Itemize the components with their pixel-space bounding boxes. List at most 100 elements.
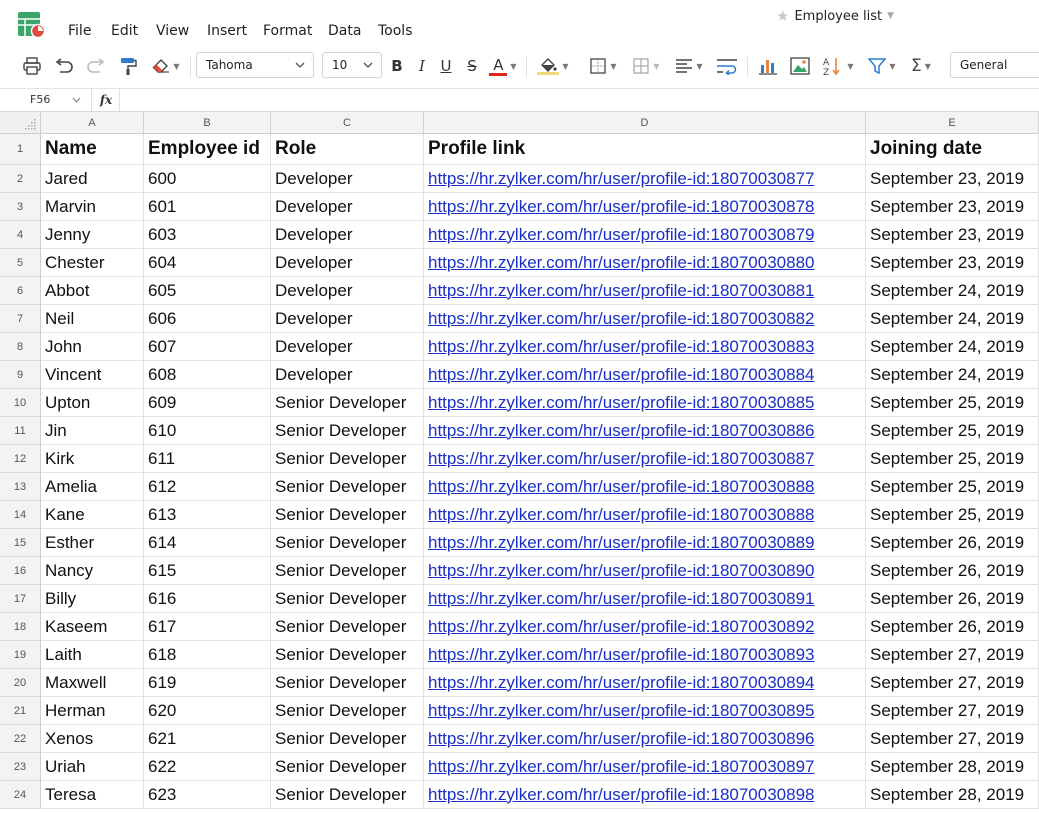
select-all-corner[interactable]: [0, 112, 41, 134]
row-header[interactable]: 22: [0, 725, 41, 753]
insert-image-button[interactable]: [788, 53, 812, 79]
cell-name[interactable]: Kirk: [41, 445, 144, 473]
row-header[interactable]: 7: [0, 305, 41, 333]
cell-joining-date[interactable]: September 23, 2019: [866, 249, 1039, 277]
row-header[interactable]: 3: [0, 193, 41, 221]
row-header[interactable]: 13: [0, 473, 41, 501]
strikethrough-button[interactable]: S: [462, 53, 482, 79]
formula-input[interactable]: [120, 89, 1039, 111]
cell-profile-link[interactable]: https://hr.zylker.com/hr/user/profile-id…: [424, 669, 866, 697]
row-header[interactable]: 20: [0, 669, 41, 697]
cell-employee-id[interactable]: 615: [144, 557, 271, 585]
menu-view[interactable]: View: [156, 23, 189, 39]
cell-profile-link[interactable]: https://hr.zylker.com/hr/user/profile-id…: [424, 697, 866, 725]
row-header[interactable]: 17: [0, 585, 41, 613]
cell-name[interactable]: Vincent: [41, 361, 144, 389]
column-header-c[interactable]: C: [271, 112, 424, 134]
cell-name[interactable]: Jenny: [41, 221, 144, 249]
row-header[interactable]: 21: [0, 697, 41, 725]
cell-joining-date[interactable]: September 24, 2019: [866, 333, 1039, 361]
cell-profile-link[interactable]: https://hr.zylker.com/hr/user/profile-id…: [424, 193, 866, 221]
header-cell-joining-date[interactable]: Joining date: [866, 134, 1039, 165]
cell-profile-link[interactable]: https://hr.zylker.com/hr/user/profile-id…: [424, 641, 866, 669]
column-header-e[interactable]: E: [866, 112, 1039, 134]
cell-name[interactable]: Nancy: [41, 557, 144, 585]
redo-button[interactable]: [84, 53, 108, 79]
cell-joining-date[interactable]: September 25, 2019: [866, 417, 1039, 445]
cell-name[interactable]: Amelia: [41, 473, 144, 501]
cell-profile-link[interactable]: https://hr.zylker.com/hr/user/profile-id…: [424, 501, 866, 529]
cell-role[interactable]: Senior Developer: [271, 473, 424, 501]
header-cell-name[interactable]: Name: [41, 134, 144, 165]
cell-role[interactable]: Senior Developer: [271, 641, 424, 669]
cell-role[interactable]: Developer: [271, 333, 424, 361]
cell-profile-link[interactable]: https://hr.zylker.com/hr/user/profile-id…: [424, 557, 866, 585]
print-button[interactable]: [20, 53, 44, 79]
cell-employee-id[interactable]: 614: [144, 529, 271, 557]
document-title[interactable]: ★ Employee list ▼: [776, 7, 894, 25]
undo-button[interactable]: [52, 53, 76, 79]
font-family-select[interactable]: Tahoma: [196, 52, 314, 78]
cell-role[interactable]: Developer: [271, 249, 424, 277]
cell-profile-link[interactable]: https://hr.zylker.com/hr/user/profile-id…: [424, 249, 866, 277]
row-header[interactable]: 23: [0, 753, 41, 781]
cell-joining-date[interactable]: September 26, 2019: [866, 585, 1039, 613]
cell-name[interactable]: Teresa: [41, 781, 144, 809]
cell-name[interactable]: Upton: [41, 389, 144, 417]
cell-profile-link[interactable]: https://hr.zylker.com/hr/user/profile-id…: [424, 277, 866, 305]
header-cell-employee-id[interactable]: Employee id: [144, 134, 271, 165]
cell-employee-id[interactable]: 608: [144, 361, 271, 389]
cell-joining-date[interactable]: September 28, 2019: [866, 781, 1039, 809]
cell-joining-date[interactable]: September 24, 2019: [866, 305, 1039, 333]
cell-name[interactable]: Abbot: [41, 277, 144, 305]
cell-role[interactable]: Developer: [271, 361, 424, 389]
row-header[interactable]: 19: [0, 641, 41, 669]
cell-profile-link[interactable]: https://hr.zylker.com/hr/user/profile-id…: [424, 613, 866, 641]
star-icon[interactable]: ★: [776, 7, 789, 25]
menu-file[interactable]: File: [68, 23, 91, 39]
cell-joining-date[interactable]: September 26, 2019: [866, 613, 1039, 641]
cell-profile-link[interactable]: https://hr.zylker.com/hr/user/profile-id…: [424, 333, 866, 361]
row-header[interactable]: 12: [0, 445, 41, 473]
cell-joining-date[interactable]: September 25, 2019: [866, 473, 1039, 501]
cell-profile-link[interactable]: https://hr.zylker.com/hr/user/profile-id…: [424, 753, 866, 781]
menu-data[interactable]: Data: [328, 23, 361, 39]
cell-joining-date[interactable]: September 26, 2019: [866, 529, 1039, 557]
cell-profile-link[interactable]: https://hr.zylker.com/hr/user/profile-id…: [424, 781, 866, 809]
cell-employee-id[interactable]: 620: [144, 697, 271, 725]
cell-name[interactable]: Jared: [41, 165, 144, 193]
header-cell-role[interactable]: Role: [271, 134, 424, 165]
cell-joining-date[interactable]: September 23, 2019: [866, 221, 1039, 249]
cell-role[interactable]: Developer: [271, 305, 424, 333]
function-icon[interactable]: fx: [93, 89, 120, 111]
cell-joining-date[interactable]: September 25, 2019: [866, 389, 1039, 417]
cell-role[interactable]: Senior Developer: [271, 613, 424, 641]
cell-name[interactable]: Marvin: [41, 193, 144, 221]
cell-role[interactable]: Senior Developer: [271, 697, 424, 725]
cell-role[interactable]: Developer: [271, 193, 424, 221]
cell-role[interactable]: Senior Developer: [271, 725, 424, 753]
cell-joining-date[interactable]: September 23, 2019: [866, 193, 1039, 221]
cell-profile-link[interactable]: https://hr.zylker.com/hr/user/profile-id…: [424, 221, 866, 249]
cell-name[interactable]: Kaseem: [41, 613, 144, 641]
row-header[interactable]: 14: [0, 501, 41, 529]
cell-joining-date[interactable]: September 28, 2019: [866, 753, 1039, 781]
cell-employee-id[interactable]: 617: [144, 613, 271, 641]
cell-joining-date[interactable]: September 24, 2019: [866, 361, 1039, 389]
cell-role[interactable]: Senior Developer: [271, 501, 424, 529]
cell-joining-date[interactable]: September 27, 2019: [866, 669, 1039, 697]
row-header[interactable]: 9: [0, 361, 41, 389]
cell-employee-id[interactable]: 607: [144, 333, 271, 361]
insert-chart-button[interactable]: [756, 53, 780, 79]
cell-employee-id[interactable]: 618: [144, 641, 271, 669]
menu-edit[interactable]: Edit: [111, 23, 138, 39]
row-header[interactable]: 16: [0, 557, 41, 585]
column-header-a[interactable]: A: [41, 112, 144, 134]
sort-button[interactable]: AZ ▼: [820, 53, 856, 79]
cell-name[interactable]: Billy: [41, 585, 144, 613]
cell-profile-link[interactable]: https://hr.zylker.com/hr/user/profile-id…: [424, 445, 866, 473]
cell-role[interactable]: Senior Developer: [271, 669, 424, 697]
menu-tools[interactable]: Tools: [378, 23, 413, 39]
cell-employee-id[interactable]: 603: [144, 221, 271, 249]
cell-employee-id[interactable]: 604: [144, 249, 271, 277]
